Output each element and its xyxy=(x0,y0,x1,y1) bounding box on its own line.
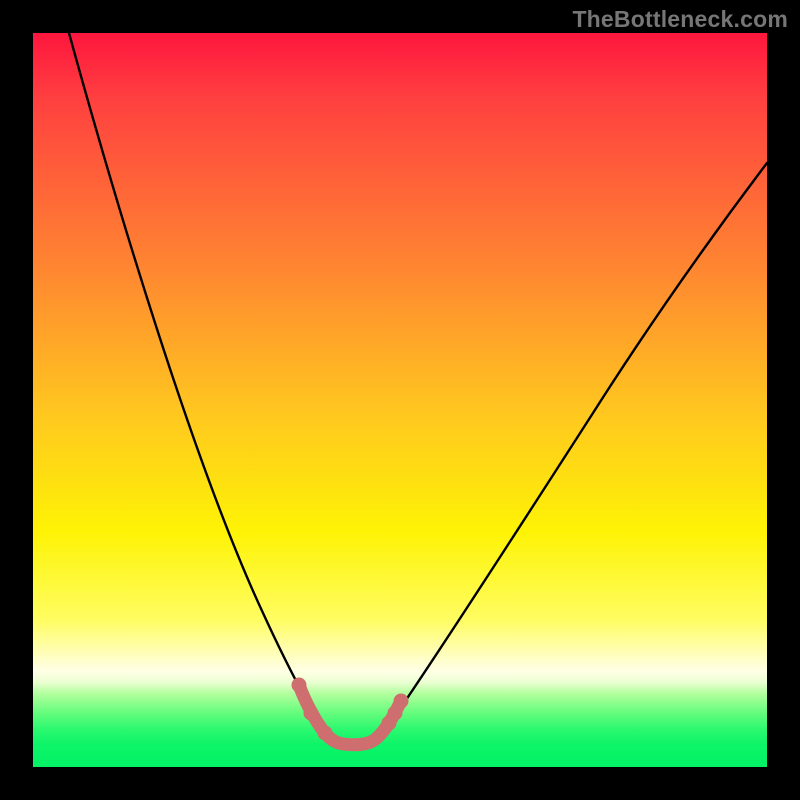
optimal-zone-dot xyxy=(304,706,319,721)
watermark-text: TheBottleneck.com xyxy=(572,6,788,33)
chart-plot-area xyxy=(33,33,767,767)
main-curve-path xyxy=(69,33,767,745)
optimal-zone-dot xyxy=(292,678,307,693)
chart-frame: TheBottleneck.com xyxy=(0,0,800,800)
bottleneck-curve xyxy=(33,33,767,767)
optimal-zone-dot xyxy=(318,726,333,741)
optimal-zone-dot xyxy=(394,694,409,709)
